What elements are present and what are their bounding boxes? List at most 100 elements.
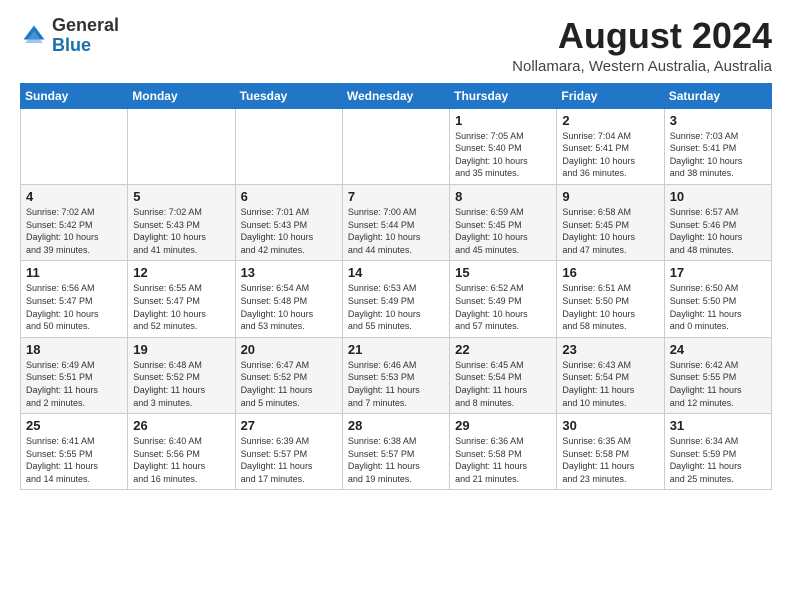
calendar-cell: 8 Sunrise: 6:59 AM Sunset: 5:45 PM Daylig… [450,184,557,260]
calendar-cell: 30 Sunrise: 6:35 AM Sunset: 5:58 PM Dayli… [557,414,664,490]
calendar-week-row: 25 Sunrise: 6:41 AM Sunset: 5:55 PM Dayli… [21,414,772,490]
day-info: Sunrise: 6:51 AM Sunset: 5:50 PM Dayligh… [562,282,658,332]
day-info: Sunrise: 6:36 AM Sunset: 5:58 PM Dayligh… [455,435,551,485]
day-info: Sunrise: 6:50 AM Sunset: 5:50 PM Dayligh… [670,282,766,332]
calendar-cell: 17 Sunrise: 6:50 AM Sunset: 5:50 PM Dayli… [664,261,771,337]
calendar-cell: 16Sunrise: 6:51 AM Sunset: 5:50 PM Dayli… [557,261,664,337]
day-number: 31 [670,418,766,433]
day-info: Sunrise: 7:03 AM Sunset: 5:41 PM Dayligh… [670,130,766,180]
day-info: Sunrise: 6:59 AM Sunset: 5:45 PM Dayligh… [455,206,551,256]
day-info: Sunrise: 7:01 AM Sunset: 5:43 PM Dayligh… [241,206,337,256]
calendar-cell [128,108,235,184]
day-number: 1 [455,113,551,128]
calendar-cell: 22 Sunrise: 6:45 AM Sunset: 5:54 PM Dayli… [450,337,557,413]
calendar-cell: 1Sunrise: 7:05 AM Sunset: 5:40 PM Daylig… [450,108,557,184]
calendar-cell: 14Sunrise: 6:53 AM Sunset: 5:49 PM Dayli… [342,261,449,337]
calendar-week-row: 18 Sunrise: 6:49 AM Sunset: 5:51 PM Dayli… [21,337,772,413]
calendar-cell: 13Sunrise: 6:54 AM Sunset: 5:48 PM Dayli… [235,261,342,337]
weekday-header-sunday: Sunday [21,83,128,108]
day-info: Sunrise: 6:49 AM Sunset: 5:51 PM Dayligh… [26,359,122,409]
calendar-cell: 12 Sunrise: 6:55 AM Sunset: 5:47 PM Dayli… [128,261,235,337]
day-info: Sunrise: 6:52 AM Sunset: 5:49 PM Dayligh… [455,282,551,332]
calendar-cell: 2Sunrise: 7:04 AM Sunset: 5:41 PM Daylig… [557,108,664,184]
day-number: 12 [133,265,229,280]
calendar-cell [342,108,449,184]
day-number: 25 [26,418,122,433]
calendar-week-row: 4Sunrise: 7:02 AM Sunset: 5:42 PM Daylig… [21,184,772,260]
day-info: Sunrise: 6:56 AM Sunset: 5:47 PM Dayligh… [26,282,122,332]
day-number: 30 [562,418,658,433]
calendar-cell: 21 Sunrise: 6:46 AM Sunset: 5:53 PM Dayli… [342,337,449,413]
day-info: Sunrise: 6:45 AM Sunset: 5:54 PM Dayligh… [455,359,551,409]
weekday-header-monday: Monday [128,83,235,108]
day-number: 21 [348,342,444,357]
weekday-header-thursday: Thursday [450,83,557,108]
calendar-cell: 23Sunrise: 6:43 AM Sunset: 5:54 PM Dayli… [557,337,664,413]
day-info: Sunrise: 6:34 AM Sunset: 5:59 PM Dayligh… [670,435,766,485]
calendar-cell: 15 Sunrise: 6:52 AM Sunset: 5:49 PM Dayli… [450,261,557,337]
calendar-cell: 3 Sunrise: 7:03 AM Sunset: 5:41 PM Daylig… [664,108,771,184]
calendar-cell: 4Sunrise: 7:02 AM Sunset: 5:42 PM Daylig… [21,184,128,260]
day-number: 5 [133,189,229,204]
calendar-cell: 25 Sunrise: 6:41 AM Sunset: 5:55 PM Dayli… [21,414,128,490]
logo-icon [20,22,48,50]
day-number: 29 [455,418,551,433]
calendar-cell: 28 Sunrise: 6:38 AM Sunset: 5:57 PM Dayli… [342,414,449,490]
day-number: 7 [348,189,444,204]
day-number: 17 [670,265,766,280]
day-info: Sunrise: 6:38 AM Sunset: 5:57 PM Dayligh… [348,435,444,485]
day-info: Sunrise: 6:46 AM Sunset: 5:53 PM Dayligh… [348,359,444,409]
day-info: Sunrise: 6:41 AM Sunset: 5:55 PM Dayligh… [26,435,122,485]
day-number: 27 [241,418,337,433]
weekday-header-saturday: Saturday [664,83,771,108]
calendar-cell: 18 Sunrise: 6:49 AM Sunset: 5:51 PM Dayli… [21,337,128,413]
logo-general-text: General [52,15,119,35]
calendar-week-row: 11 Sunrise: 6:56 AM Sunset: 5:47 PM Dayli… [21,261,772,337]
day-info: Sunrise: 6:35 AM Sunset: 5:58 PM Dayligh… [562,435,658,485]
day-number: 4 [26,189,122,204]
day-info: Sunrise: 6:48 AM Sunset: 5:52 PM Dayligh… [133,359,229,409]
day-number: 11 [26,265,122,280]
calendar-cell: 6Sunrise: 7:01 AM Sunset: 5:43 PM Daylig… [235,184,342,260]
weekday-header-friday: Friday [557,83,664,108]
title-section: August 2024 Nollamara, Western Australia… [512,16,772,75]
day-number: 2 [562,113,658,128]
calendar-cell: 7 Sunrise: 7:00 AM Sunset: 5:44 PM Daylig… [342,184,449,260]
day-info: Sunrise: 6:40 AM Sunset: 5:56 PM Dayligh… [133,435,229,485]
calendar-week-row: 1Sunrise: 7:05 AM Sunset: 5:40 PM Daylig… [21,108,772,184]
weekday-header-row: SundayMondayTuesdayWednesdayThursdayFrid… [21,83,772,108]
day-number: 13 [241,265,337,280]
day-number: 22 [455,342,551,357]
day-info: Sunrise: 6:39 AM Sunset: 5:57 PM Dayligh… [241,435,337,485]
calendar-cell: 10 Sunrise: 6:57 AM Sunset: 5:46 PM Dayli… [664,184,771,260]
day-info: Sunrise: 7:00 AM Sunset: 5:44 PM Dayligh… [348,206,444,256]
day-info: Sunrise: 6:57 AM Sunset: 5:46 PM Dayligh… [670,206,766,256]
calendar-cell [21,108,128,184]
weekday-header-wednesday: Wednesday [342,83,449,108]
day-info: Sunrise: 6:55 AM Sunset: 5:47 PM Dayligh… [133,282,229,332]
day-info: Sunrise: 6:42 AM Sunset: 5:55 PM Dayligh… [670,359,766,409]
day-info: Sunrise: 6:43 AM Sunset: 5:54 PM Dayligh… [562,359,658,409]
day-number: 8 [455,189,551,204]
calendar-cell: 26 Sunrise: 6:40 AM Sunset: 5:56 PM Dayli… [128,414,235,490]
calendar-cell: 29 Sunrise: 6:36 AM Sunset: 5:58 PM Dayli… [450,414,557,490]
day-number: 18 [26,342,122,357]
calendar-table: SundayMondayTuesdayWednesdayThursdayFrid… [20,83,772,491]
logo-blue-text: Blue [52,35,91,55]
day-number: 3 [670,113,766,128]
day-number: 28 [348,418,444,433]
calendar-cell [235,108,342,184]
calendar-cell: 24Sunrise: 6:42 AM Sunset: 5:55 PM Dayli… [664,337,771,413]
day-number: 15 [455,265,551,280]
calendar-cell: 11 Sunrise: 6:56 AM Sunset: 5:47 PM Dayli… [21,261,128,337]
day-number: 19 [133,342,229,357]
month-year-title: August 2024 [512,16,772,56]
day-number: 20 [241,342,337,357]
page-header: General Blue August 2024 Nollamara, West… [20,16,772,75]
calendar-cell: 20Sunrise: 6:47 AM Sunset: 5:52 PM Dayli… [235,337,342,413]
day-number: 10 [670,189,766,204]
day-info: Sunrise: 7:02 AM Sunset: 5:43 PM Dayligh… [133,206,229,256]
day-number: 26 [133,418,229,433]
weekday-header-tuesday: Tuesday [235,83,342,108]
calendar-cell: 19 Sunrise: 6:48 AM Sunset: 5:52 PM Dayli… [128,337,235,413]
